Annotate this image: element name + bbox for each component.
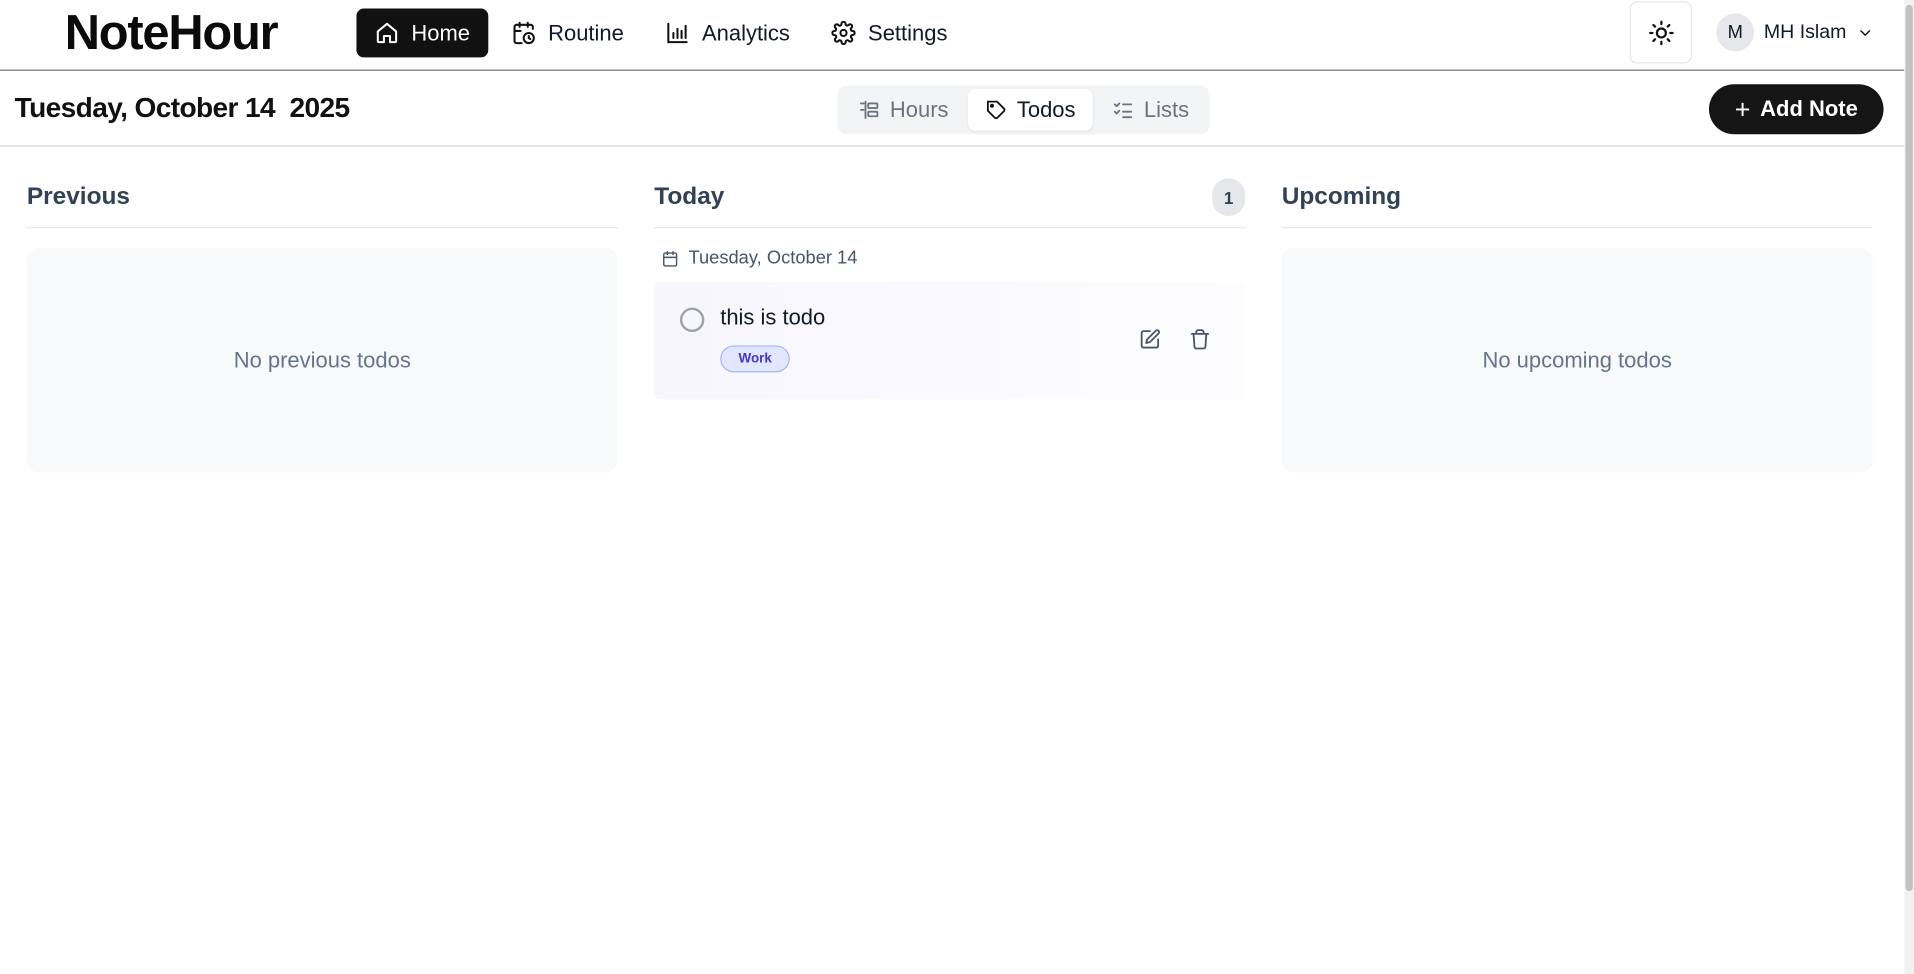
main-nav: Home Routine Analytics Settings bbox=[356, 8, 966, 58]
hours-icon bbox=[859, 100, 879, 120]
theme-toggle-button[interactable] bbox=[1629, 1, 1692, 64]
view-switcher: Hours Todos Lists bbox=[837, 85, 1210, 135]
chevron-down-icon bbox=[1859, 29, 1870, 36]
column-title: Today bbox=[654, 183, 725, 210]
page-title: Tuesday, October 14 2025 bbox=[14, 91, 350, 124]
sun-icon bbox=[1648, 20, 1674, 45]
nav-item-routine[interactable]: Routine bbox=[493, 9, 642, 58]
nav-label-routine: Routine bbox=[548, 20, 624, 45]
empty-state: No previous todos bbox=[26, 247, 618, 473]
add-note-label: Add Note bbox=[1760, 96, 1858, 121]
gear-icon bbox=[831, 20, 856, 46]
checklist-icon bbox=[1113, 102, 1133, 119]
nav-label-settings: Settings bbox=[868, 20, 948, 45]
nav-item-settings[interactable]: Settings bbox=[813, 9, 966, 58]
plus-icon: + bbox=[1734, 93, 1751, 124]
column-header: Today 1 bbox=[654, 171, 1246, 229]
calendar-clock-icon bbox=[513, 21, 535, 45]
tab-hours[interactable]: Hours bbox=[841, 89, 966, 131]
count-badge: 1 bbox=[1212, 178, 1246, 217]
nav-item-home[interactable]: Home bbox=[356, 8, 489, 58]
app-logo[interactable]: NoteHour bbox=[65, 6, 279, 61]
bar-chart-icon bbox=[667, 22, 688, 44]
trash-icon bbox=[1190, 329, 1210, 350]
edit-icon bbox=[1140, 329, 1160, 349]
empty-state: No upcoming todos bbox=[1281, 247, 1873, 473]
column-title: Previous bbox=[26, 183, 130, 210]
column-previous: Previous No previous todos bbox=[26, 171, 618, 473]
calendar-icon bbox=[663, 250, 678, 267]
home-icon bbox=[376, 22, 398, 44]
column-upcoming: Upcoming No upcoming todos bbox=[1281, 171, 1873, 473]
date-group-label: Tuesday, October 14 bbox=[662, 248, 1245, 269]
column-title: Upcoming bbox=[1281, 183, 1402, 210]
todo-text: this is todo bbox=[720, 305, 826, 330]
todo-tag: Work bbox=[720, 345, 791, 373]
user-name: MH Islam bbox=[1763, 21, 1847, 43]
tab-hours-label: Hours bbox=[889, 97, 949, 122]
user-menu[interactable]: M MH Islam bbox=[1716, 13, 1873, 52]
tag-icon bbox=[986, 100, 1006, 120]
scrollbar-thumb[interactable] bbox=[1905, 4, 1913, 892]
sub-toolbar: Tuesday, October 14 2025 Hours Todos Lis… bbox=[0, 71, 1905, 147]
edit-button[interactable] bbox=[1136, 326, 1163, 353]
delete-button[interactable] bbox=[1187, 326, 1214, 353]
page-scrollbar[interactable] bbox=[1904, 0, 1914, 974]
tab-lists[interactable]: Lists bbox=[1095, 89, 1206, 131]
avatar: M bbox=[1716, 13, 1755, 52]
nav-item-analytics[interactable]: Analytics bbox=[647, 9, 808, 58]
todo-checkbox[interactable] bbox=[679, 307, 705, 333]
app-root: NoteHour Home Routine Analytics Settings bbox=[0, 0, 1914, 974]
column-header: Previous bbox=[26, 171, 618, 229]
tab-lists-label: Lists bbox=[1143, 97, 1190, 122]
add-note-button[interactable]: + Add Note bbox=[1708, 84, 1884, 135]
date-group-text: Tuesday, October 14 bbox=[688, 247, 858, 269]
tab-todos-label: Todos bbox=[1016, 97, 1076, 122]
column-today: Today 1 Tuesday, October 14 this is todo… bbox=[654, 171, 1246, 400]
column-header: Upcoming bbox=[1281, 171, 1873, 229]
tab-todos[interactable]: Todos bbox=[968, 89, 1093, 131]
nav-label-home: Home bbox=[411, 20, 470, 45]
top-navbar: NoteHour Home Routine Analytics Settings bbox=[0, 0, 1905, 71]
nav-label-analytics: Analytics bbox=[701, 20, 790, 45]
todo-item: this is todo Work bbox=[654, 281, 1246, 400]
